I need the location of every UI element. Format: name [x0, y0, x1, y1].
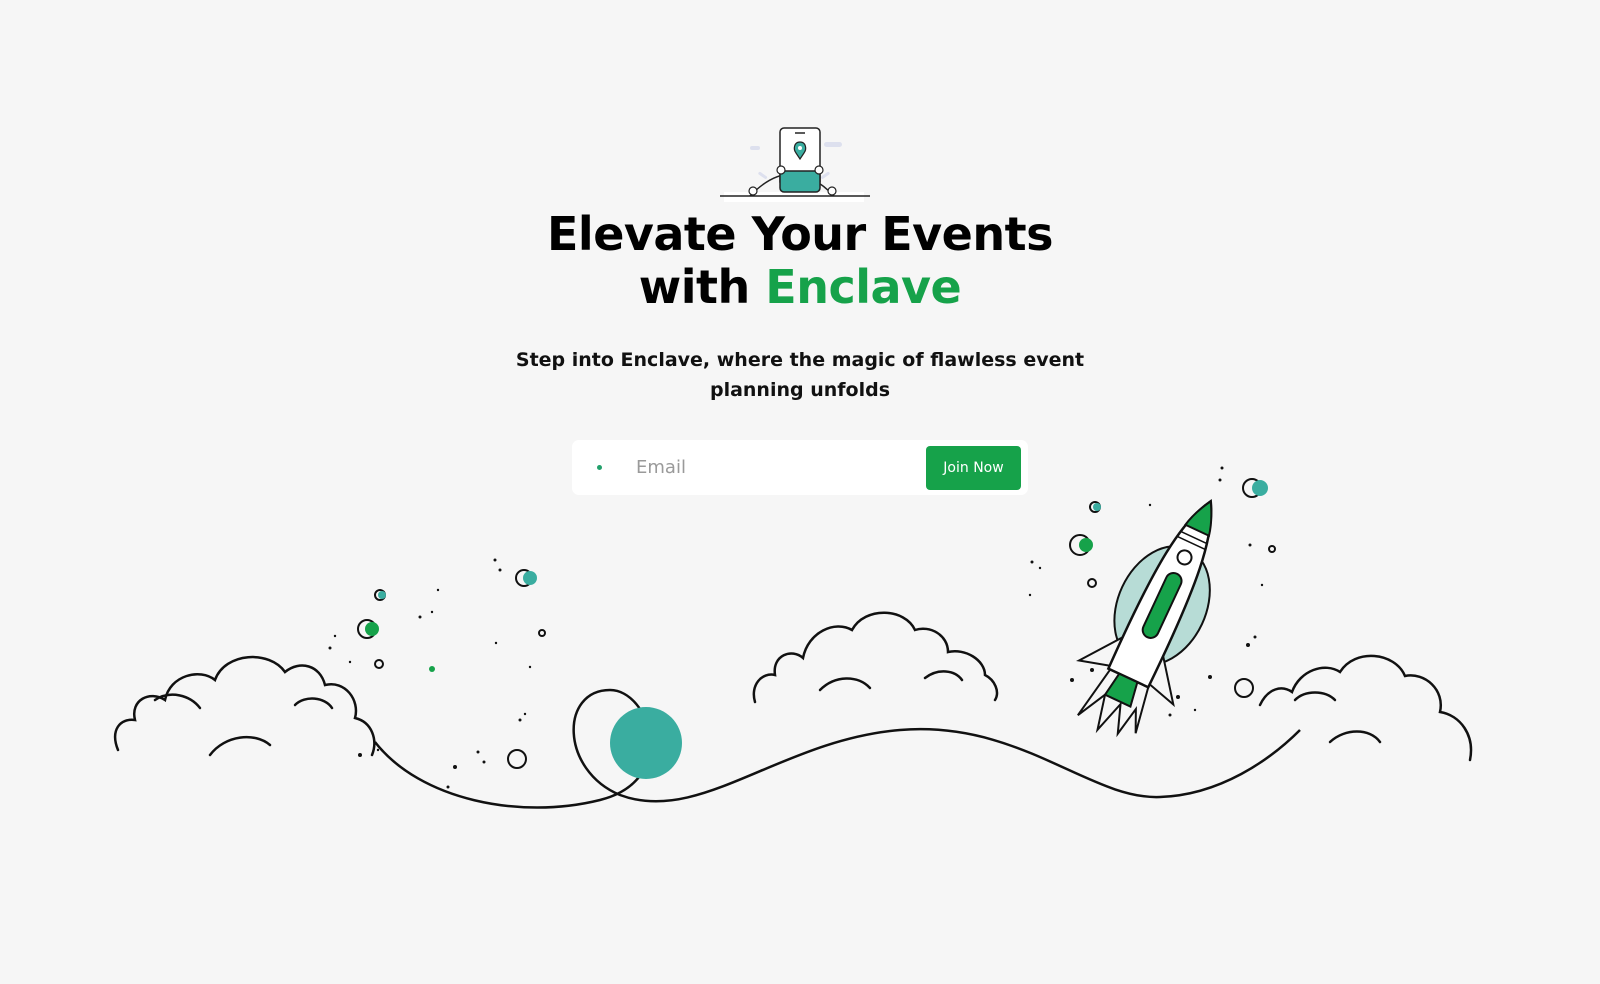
headline-prefix: with	[638, 260, 766, 314]
headline-line-1: Elevate Your Events	[547, 207, 1053, 261]
page-headline: Elevate Your Events with Enclave	[0, 208, 1600, 314]
large-planet	[610, 707, 682, 779]
left-cloud	[113, 655, 376, 757]
headline-brand: Enclave	[765, 260, 962, 314]
swirl-path	[374, 688, 1301, 809]
middle-cloud	[752, 611, 999, 704]
phone-location-illustration	[720, 124, 880, 212]
right-cloud	[1258, 654, 1473, 762]
rocket-icon	[1076, 499, 1213, 738]
page-subtitle: Step into Enclave, where the magic of fl…	[515, 349, 1085, 401]
rocket-launch-illustration	[113, 466, 1473, 809]
